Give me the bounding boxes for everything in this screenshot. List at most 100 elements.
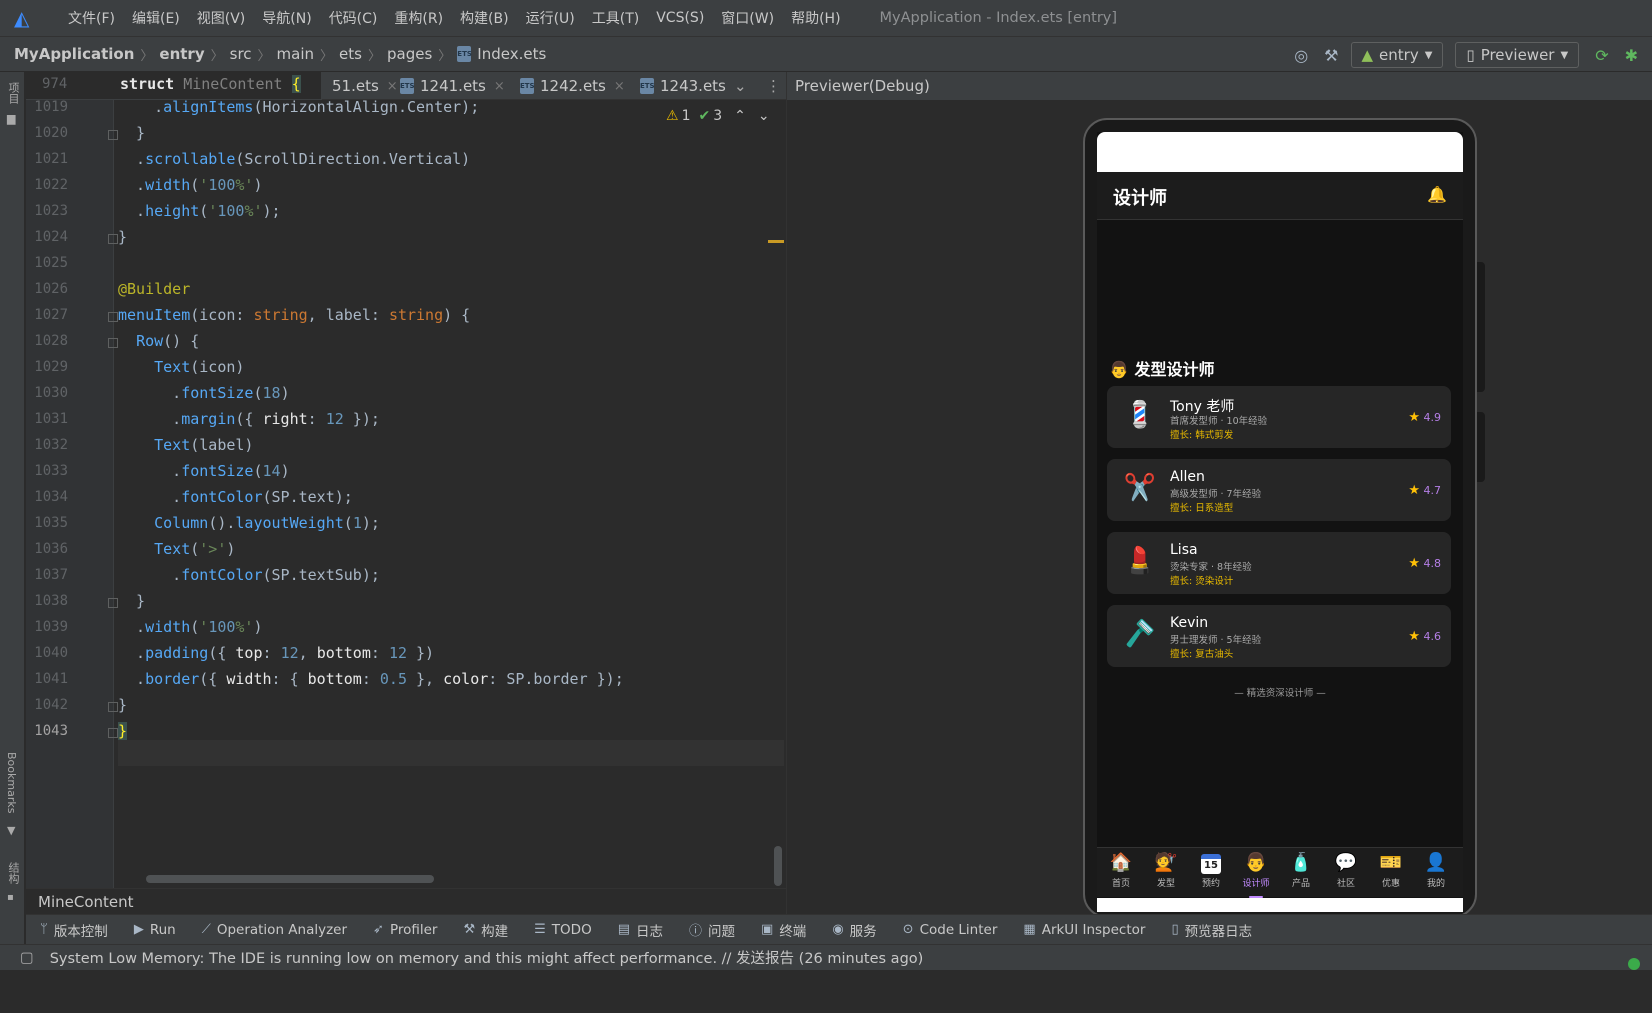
memory-indicator-icon[interactable]	[1628, 958, 1640, 970]
structure-tool-button[interactable]: 结构	[5, 862, 21, 884]
menu-refactor[interactable]: 重构(R)	[394, 8, 443, 28]
menu-window[interactable]: 窗口(W)	[721, 8, 774, 28]
code-line: }	[118, 696, 128, 714]
menu-view[interactable]: 视图(V)	[197, 8, 246, 28]
fold-marker-icon[interactable]	[108, 338, 118, 348]
device-select[interactable]: ▯ Previewer ▼	[1455, 42, 1580, 68]
tool-problems[interactable]: ⓘ 问题	[689, 920, 735, 940]
sticky-scope-header[interactable]: 974 struct MineContent {	[26, 72, 322, 100]
menu-code[interactable]: 代码(C)	[329, 8, 378, 28]
breadcrumb-file[interactable]: Index.ets	[477, 45, 546, 63]
breadcrumb-module[interactable]: entry	[159, 45, 204, 63]
reload-icon[interactable]: ⟳	[1595, 46, 1608, 65]
hammer-icon[interactable]: ⚒	[1324, 46, 1338, 65]
inspection-widget[interactable]: ⚠ 1 ✔ 3 ⌃ ⌄	[666, 108, 770, 124]
window-title: MyApplication - Index.ets [entry]	[879, 10, 1118, 26]
fold-marker-icon[interactable]	[108, 312, 118, 322]
tab-1243[interactable]: ETS 1243.ets	[640, 72, 726, 100]
branch-icon: ᛘ	[40, 922, 48, 937]
tool-arkui-inspector[interactable]: ▦ ArkUI Inspector	[1023, 922, 1145, 938]
tool-profiler[interactable]: ➶ Profiler	[373, 922, 437, 938]
more-vertical-icon[interactable]: ⋮	[766, 72, 781, 100]
bookmarks-tool-button[interactable]: Bookmarks	[5, 752, 18, 813]
tool-build[interactable]: ⚒ 构建	[463, 920, 508, 940]
phone-icon: ▯	[1466, 46, 1475, 64]
fold-marker-icon[interactable]	[108, 130, 118, 140]
tab-product[interactable]: 🧴 产品	[1281, 852, 1321, 889]
tab-coupon[interactable]: 🎫 优惠	[1371, 852, 1411, 889]
code-breadcrumb-item[interactable]: MineContent	[38, 893, 134, 911]
line-number: 1041	[34, 671, 68, 687]
tool-operation-analyzer[interactable]: ⟋ Operation Analyzer	[202, 922, 347, 938]
tool-todo[interactable]: ☰ TODO	[534, 922, 592, 938]
designer-card[interactable]: 🪒 Kevin 男士理发师 · 5年经验 擅长: 复古油头 ★ 4.6	[1107, 605, 1451, 667]
close-icon[interactable]: ×	[387, 79, 398, 94]
tool-label: Run	[149, 921, 176, 938]
breadcrumb-project[interactable]: MyApplication	[14, 45, 134, 63]
chevron-down-icon[interactable]: ⌄	[758, 108, 770, 124]
vertical-scrollbar[interactable]	[774, 846, 782, 886]
line-number: 1038	[34, 593, 68, 609]
tool-label: Code Linter	[919, 921, 998, 938]
fold-marker-icon[interactable]	[108, 728, 118, 738]
run-config-label: entry	[1379, 46, 1419, 64]
breadcrumb-pages[interactable]: pages	[387, 45, 432, 63]
target-icon[interactable]: ◎	[1294, 46, 1308, 65]
menu-build[interactable]: 构建(B)	[460, 8, 509, 28]
menu-run[interactable]: 运行(U)	[526, 8, 575, 28]
horizontal-scrollbar[interactable]	[146, 875, 434, 883]
designer-card[interactable]: 💈 Tony 老师 首席发型师 · 10年经验 擅长: 韩式剪发 ★ 4.9	[1107, 386, 1451, 448]
line-number: 1043	[34, 723, 68, 739]
fold-marker-icon[interactable]	[108, 234, 118, 244]
breadcrumb-main[interactable]: main	[277, 45, 314, 63]
tab-mine[interactable]: 👤 我的	[1416, 852, 1456, 889]
tool-version-control[interactable]: ᛘ 版本控制	[40, 920, 108, 940]
close-icon[interactable]: ×	[614, 79, 625, 94]
menu-file[interactable]: 文件(F)	[68, 8, 115, 28]
warning-marker[interactable]	[768, 240, 784, 243]
tab-designer[interactable]: 👨 设计师	[1236, 852, 1276, 898]
menu-tools[interactable]: 工具(T)	[592, 8, 639, 28]
code-breadcrumb-bar: MineContent	[26, 888, 786, 914]
line-number: 1034	[34, 489, 68, 505]
status-message[interactable]: System Low Memory: The IDE is running lo…	[50, 947, 924, 968]
tab-booking[interactable]: 15 预约	[1191, 852, 1231, 889]
debug-bug-icon[interactable]: ✱	[1625, 46, 1638, 65]
tab-list-chevron-icon[interactable]: ⌄	[734, 72, 747, 100]
breadcrumb-ets[interactable]: ets	[339, 45, 362, 63]
tab-home[interactable]: 🏠 首页	[1101, 852, 1141, 889]
fold-marker-icon[interactable]	[108, 702, 118, 712]
close-icon[interactable]: ×	[494, 79, 505, 94]
chevron-up-icon[interactable]: ⌃	[734, 108, 746, 124]
tab-hairstyle[interactable]: 💇 发型	[1146, 852, 1186, 889]
menu-navigate[interactable]: 导航(N)	[262, 8, 311, 28]
bell-icon[interactable]: 🔔	[1427, 185, 1447, 204]
menu-vcs[interactable]: VCS(S)	[656, 10, 704, 26]
tab-1241[interactable]: ETS 1241.ets ×	[400, 72, 505, 100]
panel-toggle-icon[interactable]: ▢	[20, 950, 34, 966]
tool-terminal[interactable]: ▣ 终端	[761, 920, 806, 940]
designer-specialty: 擅长: 烫染设计	[1170, 576, 1234, 587]
code-area[interactable]: .alignItems(HorizontalAlign.Center); } .…	[118, 100, 784, 910]
app-header: 设计师 🔔	[1097, 172, 1463, 220]
menu-help[interactable]: 帮助(H)	[791, 8, 840, 28]
tab-1242[interactable]: ETS 1242.ets ×	[520, 72, 625, 100]
tool-code-linter[interactable]: ⊙ Code Linter	[903, 922, 998, 938]
fold-marker-icon[interactable]	[108, 598, 118, 608]
tab-51[interactable]: 51.ets ×	[332, 72, 398, 100]
tab-community[interactable]: 💬 社区	[1326, 852, 1366, 889]
device-screen: 设计师 🔔 👨 发型设计师 💈 Tony 老师 首席发型师 · 10年经验 擅长…	[1097, 132, 1463, 912]
log-icon: ▤	[617, 922, 630, 937]
tool-services[interactable]: ◉ 服务	[832, 920, 876, 940]
project-tool-button[interactable]: 项目	[5, 82, 21, 104]
run-config-select[interactable]: ▲ entry ▼	[1350, 42, 1444, 68]
tool-previewer-log[interactable]: ▯ 预览器日志	[1171, 920, 1252, 940]
breadcrumb-src[interactable]: src	[230, 45, 252, 63]
menu-edit[interactable]: 编辑(E)	[132, 8, 180, 28]
designer-card[interactable]: 💄 Lisa 烫染专家 · 8年经验 擅长: 烫染设计 ★ 4.8	[1107, 532, 1451, 594]
designer-card[interactable]: ✂️ Allen 高级发型师 · 7年经验 擅长: 日系造型 ★ 4.7	[1107, 459, 1451, 521]
tab-label: 社区	[1336, 879, 1355, 889]
tool-run[interactable]: ▶ Run	[134, 922, 176, 938]
tool-log[interactable]: ▤ 日志	[618, 920, 663, 940]
rating-value: 4.8	[1423, 557, 1442, 570]
